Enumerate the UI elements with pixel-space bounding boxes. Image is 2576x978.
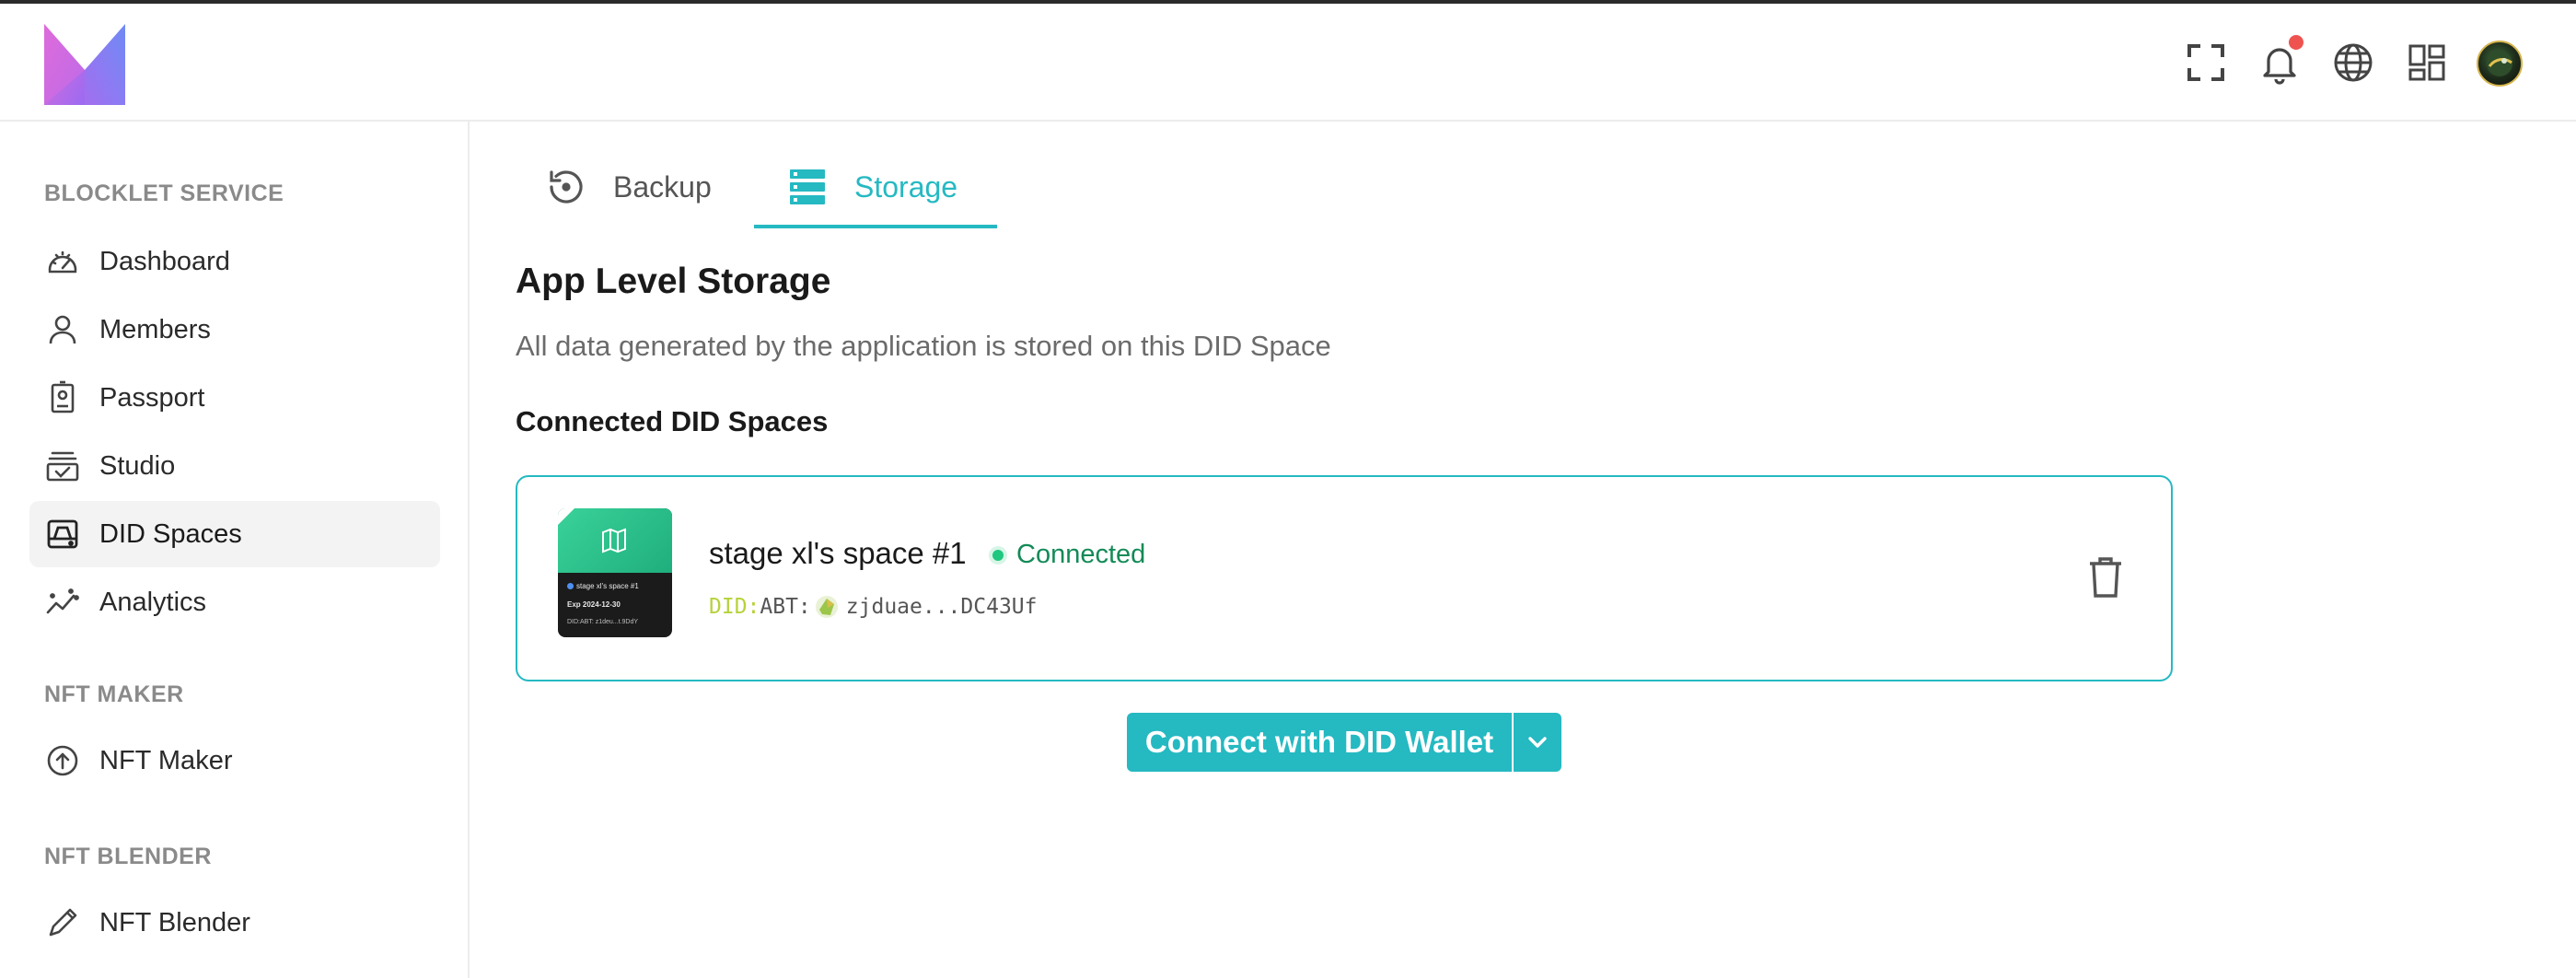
- sidebar-item-label: DID Spaces: [99, 518, 242, 549]
- sidebar-item-analytics[interactable]: Analytics: [29, 569, 440, 635]
- fullscreen-icon[interactable]: [2184, 41, 2228, 85]
- page-title: App Level Storage: [516, 262, 831, 301]
- sidebar-section-title: BLOCKLET SERVICE: [44, 180, 284, 206]
- thumbnail-dot: [567, 583, 574, 590]
- did-address[interactable]: DID: ABT: zjduae...DC43Uf: [709, 595, 1038, 619]
- status-dot: [992, 549, 1004, 561]
- bell-icon[interactable]: [2257, 35, 2303, 85]
- app-header: [0, 4, 2576, 122]
- upload-circle-icon: [44, 742, 81, 779]
- delete-icon[interactable]: [2084, 554, 2127, 600]
- sidebar-item-members[interactable]: Members: [29, 297, 440, 363]
- sidebar-item-label: Studio: [99, 450, 176, 481]
- sidebar-item-studio[interactable]: Studio: [29, 433, 440, 499]
- passport-icon: [44, 379, 81, 416]
- tab-backup[interactable]: Backup: [545, 149, 712, 225]
- sidebar-item-nft-maker[interactable]: NFT Maker: [29, 728, 440, 794]
- thumbnail-fold: [558, 508, 574, 525]
- history-icon: [545, 166, 587, 208]
- did-avatar-icon: [815, 596, 838, 618]
- person-icon: [44, 311, 81, 348]
- gauge-icon: [44, 243, 81, 280]
- status-text: Connected: [1016, 540, 1146, 569]
- thumbnail-expiry: Exp 2024-12-30: [567, 600, 621, 609]
- thumbnail-name-text: stage xl's space #1: [576, 582, 639, 590]
- active-tab-indicator: [754, 225, 997, 228]
- user-avatar[interactable]: [2477, 41, 2523, 87]
- studio-icon: [44, 448, 81, 484]
- sidebar-item-label: Passport: [99, 382, 205, 413]
- page-description: All data generated by the application is…: [516, 330, 1331, 362]
- sidebar-item-label: Members: [99, 314, 211, 344]
- sidebar-item-label: NFT Maker: [99, 745, 233, 775]
- tab-storage[interactable]: Storage: [786, 149, 957, 225]
- section-heading: Connected DID Spaces: [516, 405, 829, 437]
- connect-options-toggle[interactable]: [1514, 713, 1561, 772]
- tab-label: Storage: [854, 169, 958, 204]
- chevron-down-icon: [1528, 737, 1547, 748]
- sidebar-section-title: NFT BLENDER: [44, 844, 212, 869]
- did-value: zjduae...DC43Uf: [845, 595, 1038, 619]
- sidebar-item-passport[interactable]: Passport: [29, 365, 440, 431]
- apps-grid-icon[interactable]: [2405, 41, 2449, 85]
- space-thumbnail: stage xl's space #1 Exp 2024-12-30 DID:A…: [558, 508, 672, 637]
- storage-drive-icon: [44, 516, 81, 553]
- sidebar-item-nft-blender[interactable]: NFT Blender: [29, 890, 440, 956]
- globe-icon[interactable]: [2331, 41, 2375, 85]
- analytics-icon: [44, 584, 81, 621]
- blocklet-logo[interactable]: [44, 24, 125, 105]
- status-badge: Connected: [992, 540, 1145, 570]
- pen-icon: [44, 904, 81, 941]
- sidebar-item-label: Dashboard: [99, 246, 230, 276]
- sidebar-section-title: NFT MAKER: [44, 681, 184, 707]
- main-content: Backup Storage App Level Storage All dat…: [470, 122, 2576, 978]
- map-icon: [602, 528, 626, 553]
- did-prefix: DID:: [709, 595, 760, 619]
- sidebar-item-label: Analytics: [99, 587, 207, 617]
- did-method: ABT:: [760, 595, 811, 619]
- connect-did-wallet-button[interactable]: Connect with DID Wallet: [1127, 713, 1512, 772]
- sidebar-item-did-spaces[interactable]: DID Spaces: [29, 501, 440, 567]
- sidebar-item-label: NFT Blender: [99, 907, 250, 937]
- thumbnail-did: DID:ABT: z1deu...t.9DdY: [567, 619, 639, 625]
- did-space-card[interactable]: stage xl's space #1 Exp 2024-12-30 DID:A…: [516, 475, 2173, 681]
- sidebar-item-dashboard[interactable]: Dashboard: [29, 228, 440, 295]
- tab-label: Backup: [613, 169, 712, 204]
- thumbnail-name: stage xl's space #1: [567, 582, 639, 590]
- notification-badge: [2289, 35, 2303, 50]
- sidebar: BLOCKLET SERVICE Dashboard Members Passp…: [0, 122, 470, 978]
- space-name: stage xl's space #1: [709, 536, 967, 570]
- storage-list-icon: [786, 166, 829, 208]
